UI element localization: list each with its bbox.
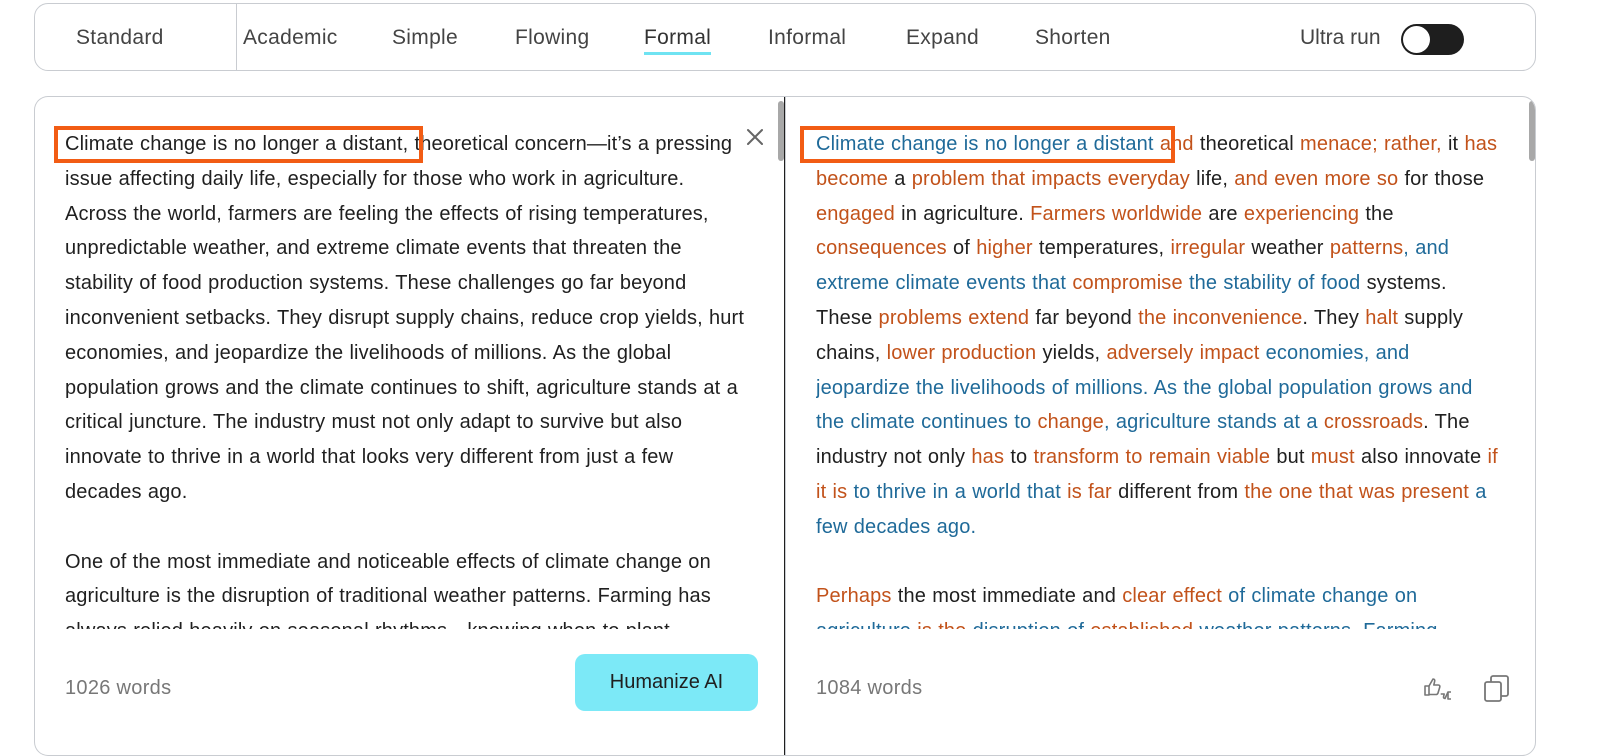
retained-phrase[interactable]: Climate change is no longer a distant (816, 133, 1160, 155)
retained-phrase[interactable]: weather patterns. Farming (1193, 620, 1437, 629)
copy-icon[interactable] (1480, 672, 1514, 706)
output-text-span: to (1004, 446, 1034, 469)
rewritten-phrase[interactable]: engaged (816, 203, 895, 225)
output-text-span: for those (1398, 167, 1485, 190)
rewritten-phrase[interactable]: halt (1365, 307, 1398, 329)
output-text-span: are (1202, 202, 1244, 225)
rewritten-phrase[interactable]: clear effect (1122, 585, 1222, 607)
mode-bar: Standard Academic Simple Flowing Formal … (34, 3, 1536, 71)
rewritten-phrase[interactable]: higher (976, 237, 1033, 259)
input-word-count: 1026 words (65, 677, 172, 699)
output-paragraph: Climate change is no longer a distant an… (816, 127, 1500, 545)
rewritten-phrase[interactable]: patterns (1330, 237, 1403, 259)
output-text-span: life, (1189, 167, 1235, 190)
mode-tab-academic[interactable]: Academic (243, 26, 338, 50)
output-text-area: Climate change is no longer a distant an… (816, 127, 1500, 629)
rewritten-phrase[interactable]: menace; rather, (1300, 133, 1442, 155)
input-paragraph: One of the most immediate and noticeable… (65, 550, 711, 629)
rewritten-phrase[interactable]: is far (1067, 481, 1112, 503)
retained-phrase[interactable]: of climate change on (1222, 585, 1417, 607)
mode-tab-flowing[interactable]: Flowing (515, 26, 589, 50)
output-paragraph: Perhaps the most immediate and clear eff… (816, 579, 1500, 629)
output-text-span: in agriculture. (894, 202, 1031, 225)
toggle-knob (1403, 26, 1430, 53)
rewritten-phrase[interactable]: the one that was present (1244, 481, 1469, 503)
input-text-area[interactable]: Climate change is no longer a distant, t… (65, 127, 751, 629)
rewritten-phrase[interactable]: experiencing (1244, 203, 1359, 225)
input-panel: Climate change is no longer a distant, t… (34, 96, 785, 756)
rewritten-phrase[interactable]: must (1311, 446, 1355, 468)
output-text-span: but (1270, 446, 1311, 469)
mode-divider (236, 4, 237, 70)
ultra-run-label: Ultra run (1300, 26, 1381, 49)
humanize-ai-button[interactable]: Humanize AI (575, 654, 758, 711)
rewritten-phrase[interactable]: irregular (1170, 237, 1245, 259)
retained-phrase[interactable]: to thrive in a world that (847, 481, 1067, 503)
output-text-span: it (1441, 133, 1465, 155)
rewritten-phrase[interactable]: problem that impacts everyday (912, 168, 1190, 190)
rewritten-phrase[interactable]: established (1090, 620, 1193, 629)
rewritten-phrase[interactable]: Perhaps (816, 585, 892, 607)
output-text-span: a (888, 167, 912, 190)
mode-tab-expand[interactable]: Expand (906, 26, 979, 50)
ultra-run-toggle[interactable] (1401, 24, 1464, 55)
rewritten-phrase[interactable]: and even more so (1234, 168, 1398, 190)
rewritten-phrase[interactable]: crossroads (1324, 411, 1423, 433)
rewritten-phrase[interactable]: transform to remain viable (1034, 446, 1271, 468)
input-scrollbar[interactable] (778, 101, 784, 161)
rewritten-phrase[interactable]: adversely impact (1106, 342, 1259, 364)
retained-phrase[interactable]: agriculture (816, 620, 911, 629)
rewritten-phrase[interactable]: lower production (887, 342, 1037, 364)
rewritten-phrase[interactable]: Farmers worldwide (1030, 203, 1202, 225)
close-icon[interactable] (745, 127, 765, 147)
output-scrollbar[interactable] (1529, 101, 1535, 161)
output-text-span: the (1359, 202, 1394, 225)
retained-phrase[interactable]: , agriculture stands at a (1104, 411, 1324, 433)
mode-tab-shorten[interactable]: Shorten (1035, 26, 1111, 50)
retained-phrase[interactable]: the stability of food (1183, 272, 1361, 294)
output-word-count: 1084 words (816, 677, 923, 699)
mode-tab-standard[interactable]: Standard (76, 26, 164, 50)
rewritten-phrase[interactable]: is the (911, 620, 973, 629)
thumbs-up-down-icon[interactable] (1421, 672, 1455, 706)
input-paragraph: Climate change is no longer a distant, t… (65, 133, 745, 503)
output-text-span: the most immediate and (891, 585, 1123, 608)
output-text-span: also innovate (1354, 446, 1488, 469)
rewritten-phrase[interactable]: and (1160, 133, 1194, 155)
output-text-span: . They (1302, 306, 1366, 329)
rewritten-phrase[interactable]: the inconvenience (1138, 307, 1302, 329)
output-text-span: of (946, 237, 977, 260)
mode-tab-informal[interactable]: Informal (768, 26, 846, 50)
rewritten-phrase[interactable]: consequences (816, 237, 947, 259)
mode-tab-simple[interactable]: Simple (392, 26, 458, 50)
output-panel: Climate change is no longer a distant an… (785, 96, 1536, 756)
retained-phrase[interactable]: disruption of (973, 620, 1091, 629)
output-text-span: weather (1245, 237, 1330, 260)
mode-tab-formal[interactable]: Formal (644, 26, 712, 55)
output-text-span: different from (1111, 480, 1245, 503)
rewritten-phrase[interactable]: change (1037, 411, 1104, 433)
rewritten-phrase[interactable]: problems extend (879, 307, 1030, 329)
output-text-span: yields, (1036, 341, 1107, 364)
output-text-span: temperatures, (1032, 237, 1171, 260)
rewritten-phrase[interactable]: has (971, 446, 1004, 468)
rewritten-phrase[interactable]: compromise (1072, 272, 1182, 294)
output-text-span: far beyond (1029, 306, 1139, 329)
output-text-span: theoretical (1193, 133, 1301, 155)
